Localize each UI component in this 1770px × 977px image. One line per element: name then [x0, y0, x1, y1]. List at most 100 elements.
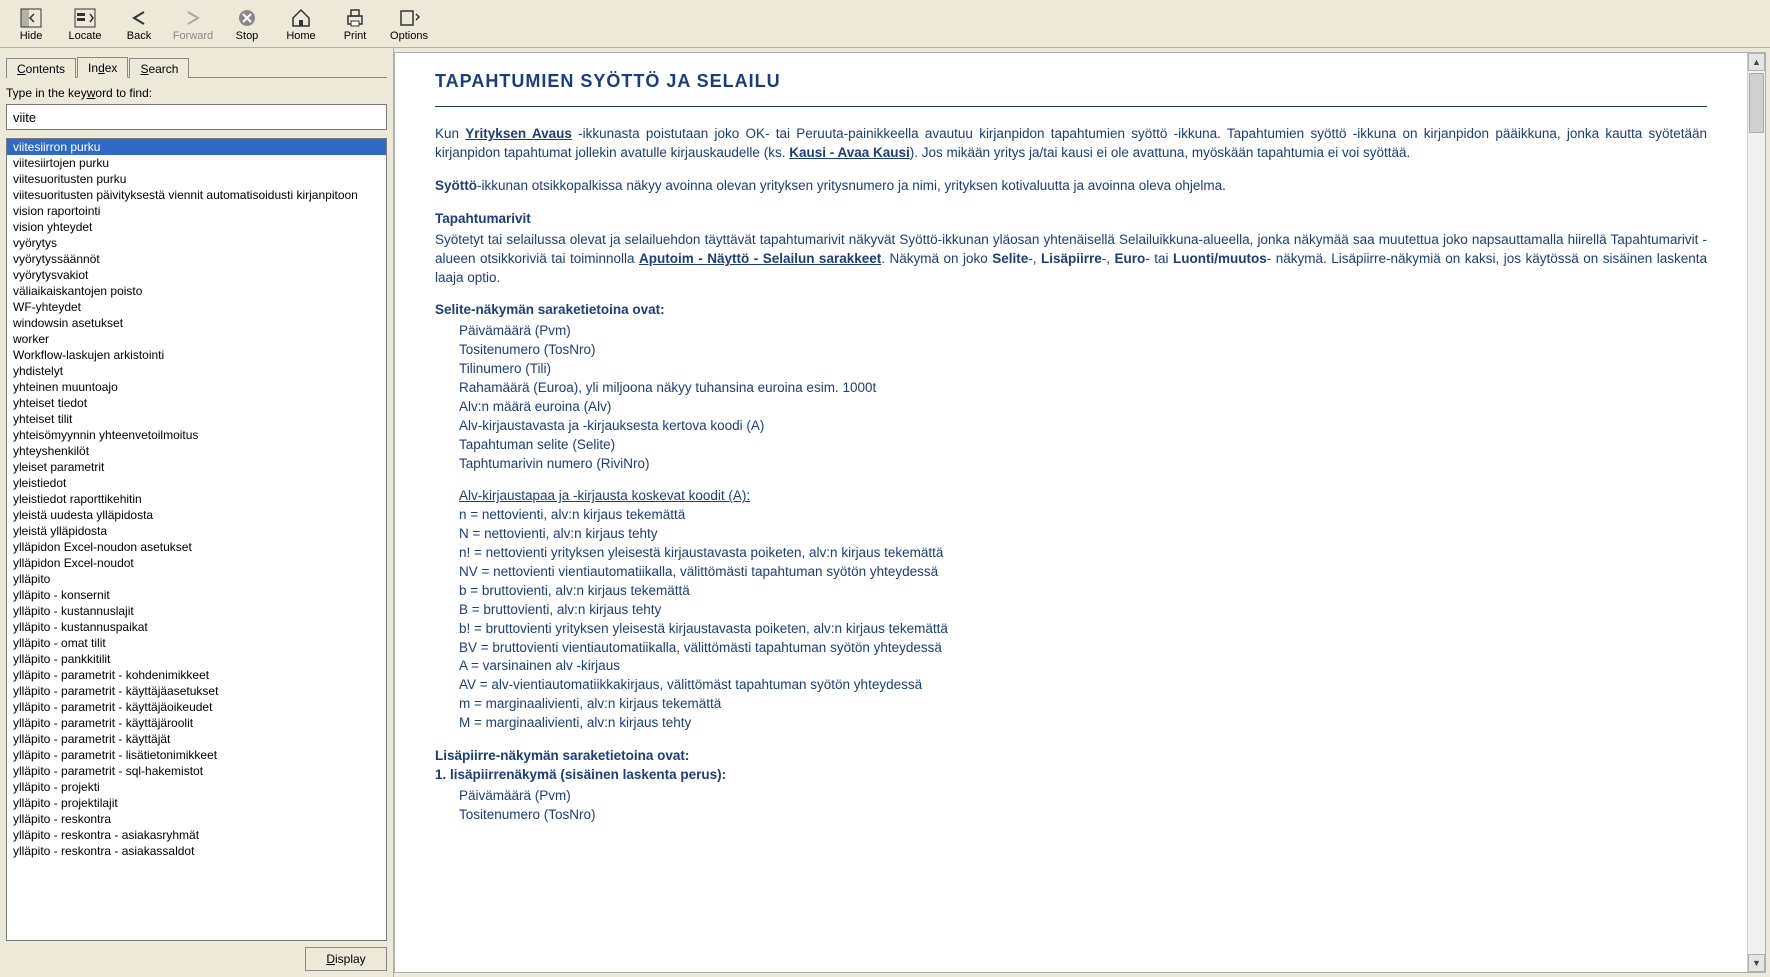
alv-code-entry: m = marginaalivienti, alv:n kirjaus teke…: [459, 695, 1707, 714]
list-item[interactable]: ylläpito - parametrit - sql-hakemistot: [7, 763, 386, 779]
scroll-up-icon[interactable]: ▲: [1748, 53, 1765, 71]
alv-code-entry: A = varsinainen alv -kirjaus: [459, 657, 1707, 676]
tab-contents[interactable]: Contents: [6, 58, 76, 78]
list-item[interactable]: yleistiedot raporttikehitin: [7, 491, 386, 507]
column-entry: Päivämäärä (Pvm): [459, 322, 1707, 341]
list-item[interactable]: viitesiirron purku: [7, 139, 386, 155]
list-item[interactable]: vision yhteydet: [7, 219, 386, 235]
column-entry: Tositenumero (TosNro): [459, 806, 1707, 825]
list-item[interactable]: väliaikaiskantojen poisto: [7, 283, 386, 299]
list-item[interactable]: yleiset parametrit: [7, 459, 386, 475]
list-item[interactable]: ylläpito - reskontra: [7, 811, 386, 827]
alv-code-entry: NV = nettovienti vientiautomatiikalla, v…: [459, 563, 1707, 582]
search-input[interactable]: [6, 104, 387, 130]
display-button[interactable]: Display: [305, 947, 387, 971]
list-item[interactable]: yleistä uudesta ylläpidosta: [7, 507, 386, 523]
list-item[interactable]: yhteinen muuntoajo: [7, 379, 386, 395]
stop-button[interactable]: Stop: [220, 2, 274, 46]
list-item[interactable]: ylläpito - kustannuslajit: [7, 603, 386, 619]
list-item[interactable]: ylläpito - pankkitilit: [7, 651, 386, 667]
link-yrityksen-avaus[interactable]: Yrityksen Avaus: [465, 126, 572, 141]
main: Contents Index Search Type in the keywor…: [0, 48, 1770, 977]
list-item[interactable]: ylläpito - reskontra - asiakasryhmät: [7, 827, 386, 843]
print-button[interactable]: Print: [328, 2, 382, 46]
list-item[interactable]: yhteyshenkilöt: [7, 443, 386, 459]
alv-code-entry: N = nettovienti, alv:n kirjaus tehty: [459, 525, 1707, 544]
alv-code-entry: n! = nettovienti yrityksen yleisestä kir…: [459, 544, 1707, 563]
content-scrollbar[interactable]: ▲ ▼: [1747, 53, 1765, 972]
list-item[interactable]: yleistä ylläpidosta: [7, 523, 386, 539]
tab-index[interactable]: Index: [77, 57, 128, 78]
list-item[interactable]: ylläpito - parametrit - lisätietonimikke…: [7, 747, 386, 763]
list-item[interactable]: ylläpito - parametrit - kohdenimikkeet: [7, 667, 386, 683]
list-item[interactable]: ylläpito - konsernit: [7, 587, 386, 603]
list-item[interactable]: yhteiset tilit: [7, 411, 386, 427]
list-item[interactable]: ylläpito - kustannuspaikat: [7, 619, 386, 635]
back-button[interactable]: Back: [112, 2, 166, 46]
locate-icon: [73, 7, 97, 29]
alv-code-entry: b! = bruttovienti yrityksen yleisestä ki…: [459, 620, 1707, 639]
list-item[interactable]: ylläpito - parametrit - käyttäjäroolit: [7, 715, 386, 731]
locate-button[interactable]: Locate: [58, 2, 112, 46]
list-item[interactable]: ylläpito - parametrit - käyttäjäoikeudet: [7, 699, 386, 715]
list-item[interactable]: ylläpidon Excel-noudon asetukset: [7, 539, 386, 555]
list-item[interactable]: Workflow-laskujen arkistointi: [7, 347, 386, 363]
scroll-thumb[interactable]: [1749, 73, 1764, 133]
lisa-cols: Päivämäärä (Pvm)Tositenumero (TosNro): [459, 787, 1707, 825]
lisapiirre-title: Lisäpiirre-näkymän saraketietoina ovat:: [435, 747, 1707, 766]
list-item[interactable]: ylläpidon Excel-noudot: [7, 555, 386, 571]
lisapiirre-sub: 1. lisäpiirrenäkymä (sisäinen laskenta p…: [435, 766, 1707, 785]
forward-button[interactable]: Forward: [166, 2, 220, 46]
paragraph-3: Syötetyt tai selailussa olevat ja selail…: [435, 231, 1707, 288]
list-item[interactable]: yhdistelyt: [7, 363, 386, 379]
alv-code-entry: n = nettovienti, alv:n kirjaus tekemättä: [459, 506, 1707, 525]
list-item[interactable]: ylläpito - parametrit - käyttäjäasetukse…: [7, 683, 386, 699]
column-entry: Alv:n määrä euroina (Alv): [459, 398, 1707, 417]
column-entry: Päivämäärä (Pvm): [459, 787, 1707, 806]
print-icon: [343, 7, 367, 29]
list-item[interactable]: ylläpito - parametrit - käyttäjät: [7, 731, 386, 747]
forward-icon: [181, 7, 205, 29]
list-item[interactable]: ylläpito - reskontra - asiakassaldot: [7, 843, 386, 859]
alv-code-entry: b = bruttovienti, alv:n kirjaus tekemätt…: [459, 582, 1707, 601]
search-row: [6, 104, 387, 130]
left-pane: Contents Index Search Type in the keywor…: [0, 48, 394, 977]
tabs: Contents Index Search: [6, 54, 387, 78]
home-button[interactable]: Home: [274, 2, 328, 46]
tab-search[interactable]: Search: [129, 58, 189, 78]
column-entry: Alv-kirjaustavasta ja -kirjauksesta kert…: [459, 417, 1707, 436]
list-item[interactable]: viitesuoritusten purku: [7, 171, 386, 187]
alv-codes-title: Alv-kirjaustapaa ja -kirjausta koskevat …: [459, 488, 750, 503]
column-entry: Tapahtuman selite (Selite): [459, 436, 1707, 455]
list-item[interactable]: WF-yhteydet: [7, 299, 386, 315]
index-list[interactable]: viitesiirron purkuviitesiirtojen purkuvi…: [6, 138, 387, 941]
link-aputoim[interactable]: Aputoim - Näyttö - Selailun sarakkeet: [639, 251, 881, 266]
options-button[interactable]: Options: [382, 2, 436, 46]
alv-block: Alv-kirjaustapaa ja -kirjausta koskevat …: [459, 487, 1707, 733]
list-item[interactable]: vyörytysvakiot: [7, 267, 386, 283]
scroll-down-icon[interactable]: ▼: [1748, 954, 1765, 972]
alv-code-entry: M = marginaalivienti, alv:n kirjaus teht…: [459, 714, 1707, 733]
list-item[interactable]: ylläpito - projekti: [7, 779, 386, 795]
list-item[interactable]: ylläpito - omat tilit: [7, 635, 386, 651]
paragraph-2: Syöttö-ikkunan otsikkopalkissa näkyy avo…: [435, 177, 1707, 196]
list-item[interactable]: yhteisömyynnin yhteenvetoilmoitus: [7, 427, 386, 443]
column-entry: Tositenumero (TosNro): [459, 341, 1707, 360]
list-item[interactable]: ylläpito: [7, 571, 386, 587]
alv-codes-list: n = nettovienti, alv:n kirjaus tekemättä…: [459, 506, 1707, 733]
list-item[interactable]: vision raportointi: [7, 203, 386, 219]
list-item[interactable]: worker: [7, 331, 386, 347]
hide-button[interactable]: Hide: [4, 2, 58, 46]
toolbar: Hide Locate Back Forward Stop Home Pri: [0, 0, 1770, 48]
link-kausi-avaa-kausi[interactable]: Kausi - Avaa Kausi: [789, 145, 910, 160]
list-item[interactable]: windowsin asetukset: [7, 315, 386, 331]
list-item[interactable]: vyörytys: [7, 235, 386, 251]
list-item[interactable]: ylläpito - projektilajit: [7, 795, 386, 811]
display-row: Display: [6, 941, 387, 971]
list-item[interactable]: yleistiedot: [7, 475, 386, 491]
list-item[interactable]: yhteiset tiedot: [7, 395, 386, 411]
list-item[interactable]: vyörytyssäännöt: [7, 251, 386, 267]
list-item[interactable]: viitesiirtojen purku: [7, 155, 386, 171]
selite-cols-title: Selite-näkymän saraketietoina ovat:: [435, 301, 1707, 320]
list-item[interactable]: viitesuoritusten päivityksestä viennit a…: [7, 187, 386, 203]
